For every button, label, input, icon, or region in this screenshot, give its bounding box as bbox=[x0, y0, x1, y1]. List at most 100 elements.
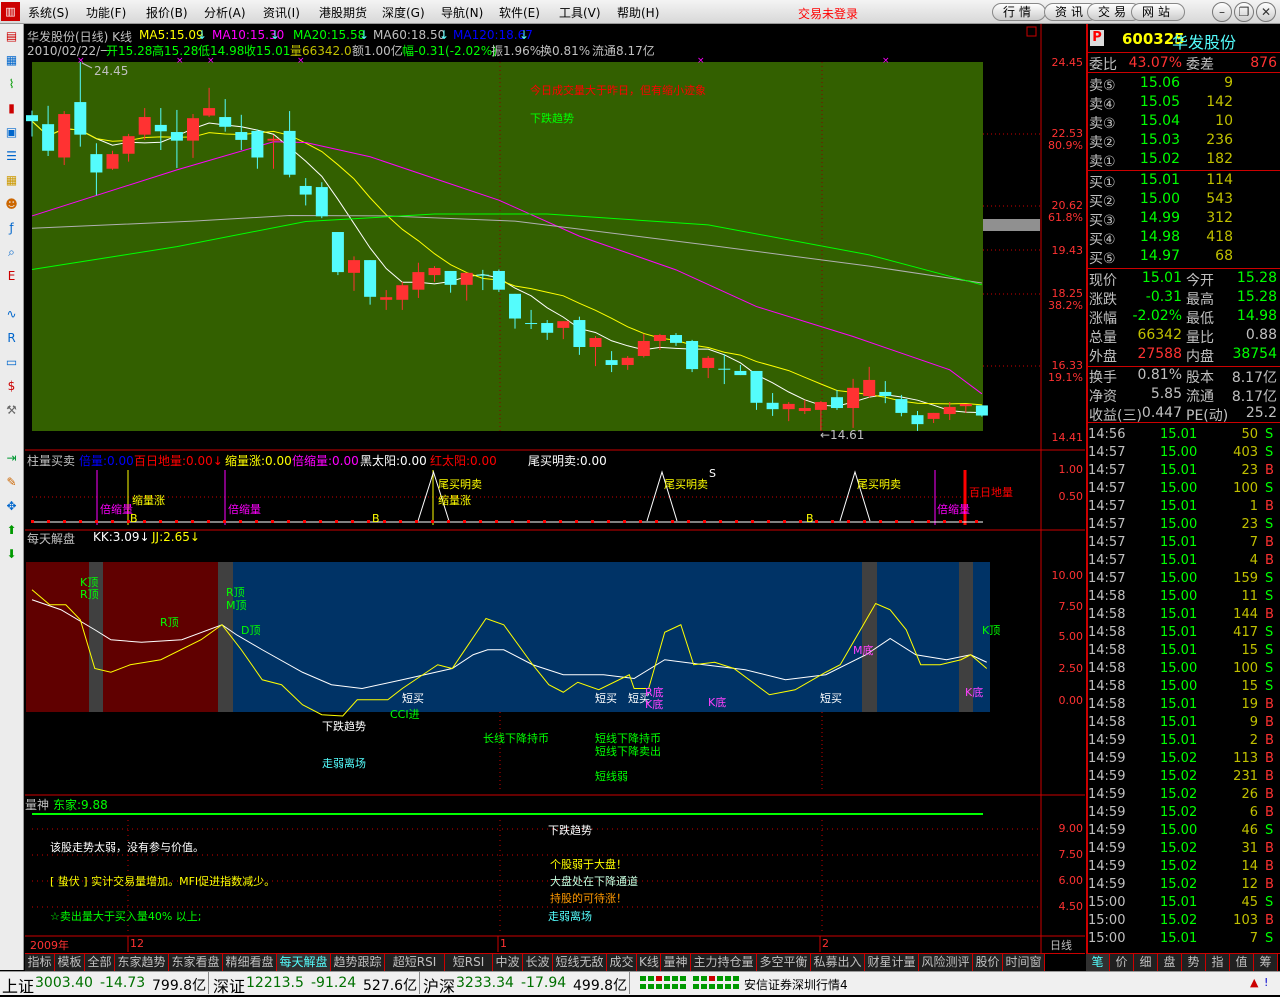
server-name[interactable]: 安信证券深圳行情4 bbox=[744, 976, 848, 993]
candle[interactable] bbox=[975, 405, 988, 417]
stat-label: 最低 bbox=[1186, 311, 1214, 327]
menu-item[interactable]: 资讯(I) bbox=[263, 4, 300, 21]
enter-icon[interactable]: ⇥ bbox=[3, 450, 20, 467]
tab-indicator[interactable]: 风险测评 bbox=[919, 954, 973, 971]
tab-right[interactable]: 指 bbox=[1206, 954, 1230, 971]
tab-right[interactable]: 笔 bbox=[1086, 954, 1110, 971]
tab-indicator[interactable]: 多空平衡 bbox=[757, 954, 811, 971]
tab-indicator[interactable]: 每天解盘 bbox=[277, 954, 331, 971]
signal-dot bbox=[351, 520, 354, 523]
tab-right[interactable]: 筹 bbox=[1254, 954, 1278, 971]
tab-indicator[interactable]: 成交 bbox=[607, 954, 637, 971]
signal-label: K底 bbox=[708, 696, 727, 709]
candle[interactable] bbox=[686, 339, 699, 373]
dollar-icon[interactable]: $ bbox=[3, 378, 20, 395]
search-icon[interactable]: ⌕ bbox=[3, 244, 20, 261]
separator bbox=[208, 972, 209, 994]
separator bbox=[1088, 170, 1280, 171]
tab-indicator[interactable]: 时间窗 bbox=[1003, 954, 1045, 971]
wave-icon[interactable]: ∿ bbox=[3, 306, 20, 323]
tick-volume: 7 bbox=[1249, 931, 1258, 946]
signal-dot bbox=[639, 520, 642, 523]
menu-item[interactable]: 导航(N) bbox=[441, 4, 483, 21]
tab-indicator[interactable]: 短RSI bbox=[445, 954, 493, 971]
login-status[interactable]: 交易未登录 bbox=[798, 5, 858, 22]
tab-right[interactable]: 价 bbox=[1110, 954, 1134, 971]
index-name[interactable]: 沪深 bbox=[423, 973, 455, 997]
tab-indicator[interactable]: 精细看盘 bbox=[223, 954, 277, 971]
candle-icon[interactable]: ▮ bbox=[3, 100, 20, 117]
f10-icon[interactable]: ƒ bbox=[3, 220, 20, 237]
tab-indicator[interactable]: 模板 bbox=[55, 954, 85, 971]
tab-indicator[interactable]: 全部 bbox=[85, 954, 115, 971]
menu-item[interactable]: 分析(A) bbox=[204, 4, 246, 21]
signal-label: 尾买明卖 bbox=[438, 478, 482, 491]
tab-indicator[interactable]: 量神 bbox=[661, 954, 691, 971]
list-icon[interactable]: ☰ bbox=[3, 148, 20, 165]
arrow-down-icon[interactable]: ⬇ bbox=[3, 546, 20, 563]
tick-side: B bbox=[1265, 535, 1274, 550]
tab-indicator[interactable]: 指标 bbox=[25, 954, 55, 971]
report-icon[interactable]: ▤ bbox=[3, 28, 20, 45]
signal-dot bbox=[655, 520, 658, 523]
tab-indicator[interactable]: 股价 bbox=[973, 954, 1003, 971]
move-icon[interactable]: ✥ bbox=[3, 498, 20, 515]
signal-label: 短买 bbox=[595, 692, 617, 705]
menu-item[interactable]: 深度(G) bbox=[382, 4, 425, 21]
menu-item[interactable]: 系统(S) bbox=[28, 4, 69, 21]
tab-indicator[interactable]: 私募出入 bbox=[811, 954, 865, 971]
calc-icon[interactable]: ▦ bbox=[3, 172, 20, 189]
panel-max-button[interactable] bbox=[1026, 26, 1037, 37]
candle[interactable] bbox=[492, 269, 505, 292]
analysis-message: [ 蛰伏 ] 实计交易量增加。MFI促进指数减少。 bbox=[50, 875, 276, 888]
tab-indicator[interactable]: 财星计量 bbox=[865, 954, 919, 971]
menu-item[interactable]: 功能(F) bbox=[86, 4, 126, 21]
grid-icon[interactable]: ▦ bbox=[3, 52, 20, 69]
pencil-icon[interactable]: ✎ bbox=[3, 474, 20, 491]
tick-price: 15.02 bbox=[1160, 787, 1198, 802]
tab-indicator[interactable]: 短线无敌 bbox=[553, 954, 607, 971]
top-button[interactable]: 行情 bbox=[992, 3, 1046, 21]
menu-item[interactable]: 软件(E) bbox=[499, 4, 540, 21]
window-icon[interactable]: ▣ bbox=[3, 124, 20, 141]
candle[interactable] bbox=[315, 182, 328, 219]
line-chart-icon[interactable]: ⌇ bbox=[3, 76, 20, 93]
screen-icon[interactable]: ▭ bbox=[3, 354, 20, 371]
tab-indicator[interactable]: 超短RSI bbox=[385, 954, 445, 971]
fund-label: 换手 bbox=[1089, 370, 1117, 386]
tab-indicator[interactable]: 中波 bbox=[493, 954, 523, 971]
tick-volume: 9 bbox=[1249, 715, 1258, 730]
candle[interactable] bbox=[58, 111, 71, 165]
menu-item[interactable]: 港股期货 bbox=[319, 4, 367, 21]
arrow-up-icon[interactable]: ⬆ bbox=[3, 522, 20, 539]
restore-icon[interactable]: ❐ bbox=[1234, 2, 1254, 22]
close-icon[interactable]: ✕ bbox=[1256, 2, 1276, 22]
signal-dot bbox=[559, 520, 562, 523]
tab-indicator[interactable]: 主力持仓量 bbox=[691, 954, 757, 971]
top-button[interactable]: 网站 bbox=[1131, 3, 1185, 21]
rsi-icon[interactable]: R bbox=[3, 330, 20, 347]
tab-indicator[interactable]: 长波 bbox=[523, 954, 553, 971]
users-icon[interactable]: ☻ bbox=[3, 196, 20, 213]
menu-item[interactable]: 工具(V) bbox=[559, 4, 601, 21]
menu-item[interactable]: 帮助(H) bbox=[617, 4, 659, 21]
candle-body bbox=[42, 124, 55, 151]
tab-right[interactable]: 值 bbox=[1230, 954, 1254, 971]
tab-right[interactable]: 细 bbox=[1134, 954, 1158, 971]
tab-indicator[interactable]: 东家看盘 bbox=[169, 954, 223, 971]
tab-right[interactable]: 盘 bbox=[1158, 954, 1182, 971]
chart-area[interactable]: 华发股份(日线) K线 MA5:15.09 ↓ MA10:15.30 ↓ MA20:15.… bbox=[25, 24, 1085, 970]
signal-label: 百日地量 bbox=[969, 486, 1013, 499]
tools-icon[interactable]: ⚒ bbox=[3, 402, 20, 419]
tab-indicator[interactable]: 东家趋势 bbox=[115, 954, 169, 971]
tab-indicator[interactable]: K线 bbox=[637, 954, 661, 971]
index-value: 3233.34 bbox=[456, 975, 514, 991]
index-name[interactable]: 上证 bbox=[2, 973, 34, 997]
candle[interactable] bbox=[331, 232, 344, 276]
index-name[interactable]: 深证 bbox=[213, 973, 245, 997]
minimize-icon[interactable]: – bbox=[1212, 2, 1232, 22]
etf-icon[interactable]: E bbox=[3, 268, 20, 285]
tab-right[interactable]: 势 bbox=[1182, 954, 1206, 971]
tab-indicator[interactable]: 趋势跟踪 bbox=[331, 954, 385, 971]
menu-item[interactable]: 报价(B) bbox=[146, 4, 188, 21]
